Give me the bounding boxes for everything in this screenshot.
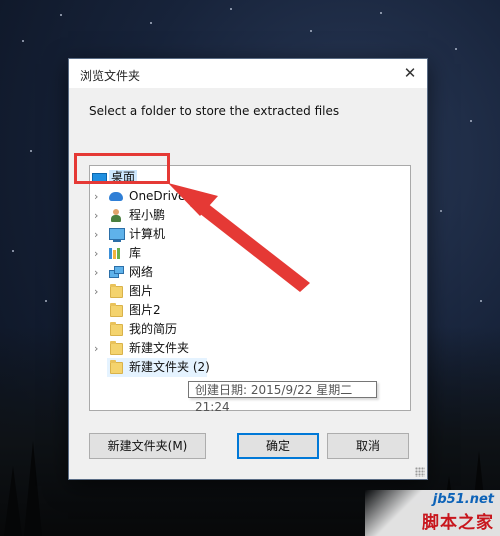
watermark: jb51.net 脚本之家: [365, 490, 500, 536]
watermark-url: jb51.net: [432, 492, 494, 507]
watermark-site-name: 脚本之家: [422, 513, 494, 533]
annotation-arrow: [168, 183, 310, 292]
